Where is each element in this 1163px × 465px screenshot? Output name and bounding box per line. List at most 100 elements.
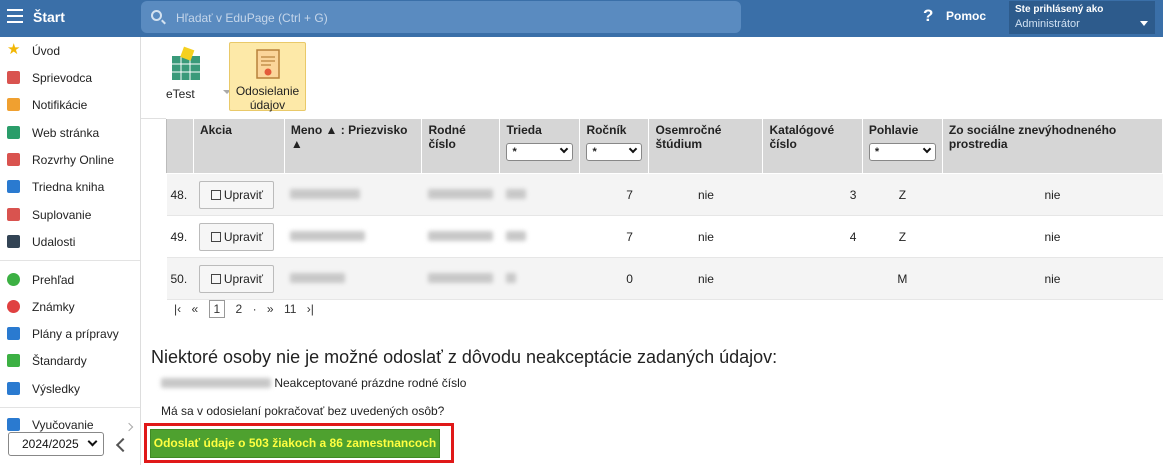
col-osemrocne: Osemročné štúdium <box>648 118 764 174</box>
edit-button[interactable]: Upraviť <box>199 264 275 293</box>
sidebar-item-udalosti[interactable]: Udalosti <box>0 229 140 255</box>
sidebar-divider <box>0 260 140 261</box>
data-sending-label-2: údajov <box>249 98 286 112</box>
pohlavie-filter-select[interactable]: * <box>868 143 936 161</box>
sidebar-item-label: Úvod <box>32 44 61 58</box>
layers-icon <box>7 418 20 431</box>
sidebar-item-label: Známky <box>32 300 75 314</box>
sidebar-item-label: Prehľad <box>32 273 75 287</box>
check-circle-icon <box>7 273 20 286</box>
blurred-name <box>290 230 366 241</box>
search-input[interactable]: Hľadať v EduPage (Ctrl + G) <box>141 1 741 33</box>
sidebar-item-label: Plány a prípravy <box>32 327 119 341</box>
etest-button[interactable]: eTest <box>161 42 231 111</box>
row-number: 50. <box>166 257 194 300</box>
edit-button[interactable]: Upraviť <box>199 222 275 251</box>
sidebar-item-label: Výsledky <box>32 382 81 396</box>
x-circle-icon <box>7 300 20 313</box>
pager-first[interactable]: |‹ <box>174 302 181 316</box>
help-link[interactable]: Pomoc <box>946 9 986 23</box>
chevron-down-icon <box>560 144 569 154</box>
pager-prev[interactable]: « <box>191 302 198 316</box>
rocnik-filter-select[interactable]: * <box>586 143 643 161</box>
sidebar-divider <box>0 407 140 408</box>
akcia-cell: Upraviť <box>193 215 285 258</box>
sidebar-item-triedna-kniha[interactable]: Triedna kniha <box>0 174 140 200</box>
disadvantaged-cell: nie <box>942 215 1163 258</box>
disadvantaged-cell: nie <box>942 257 1163 300</box>
edit-icon <box>210 231 221 242</box>
birth-number-cell <box>421 257 500 300</box>
sidebar-item-label: Notifikácie <box>32 98 88 112</box>
edit-icon <box>210 273 221 284</box>
grade-cell: 7 <box>579 173 649 216</box>
col-meno-priezvisko[interactable]: Meno ▲ : Priezvisko ▲ <box>283 118 423 174</box>
blurred-birth-number <box>427 188 493 199</box>
user-menu[interactable]: Ste prihlásený ako Administrátor <box>1009 1 1155 34</box>
hamburger-menu-icon[interactable] <box>7 9 23 23</box>
data-sending-button[interactable]: Odosielanie údajov <box>229 42 306 112</box>
pager-next[interactable]: » <box>267 302 274 316</box>
pager-current[interactable]: 1 <box>208 300 226 318</box>
calendar-grid-icon <box>7 153 20 166</box>
name-cell <box>284 257 422 300</box>
eight-year-cell: nie <box>648 173 763 216</box>
calendar-icon <box>7 235 20 248</box>
pager-last[interactable]: 11 ›| <box>284 302 321 316</box>
eight-year-cell: nie <box>648 215 763 258</box>
gender-cell: Z <box>862 215 943 258</box>
sidebar-item-známky[interactable]: Známky <box>0 294 140 320</box>
sidebar-item-label: Sprievodca <box>32 71 93 85</box>
collapse-sidebar-icon[interactable] <box>115 437 131 453</box>
sidebar-item-plány-a-prípravy[interactable]: Plány a prípravy <box>0 321 140 347</box>
data-sending-label-1: Odosielanie <box>235 84 300 98</box>
students-table: Akcia Meno ▲ : Priezvisko ▲ Rodné číslo T… <box>166 118 1163 300</box>
chevron-down-icon <box>922 144 932 154</box>
sidebar-item-suplovanie[interactable]: Suplovanie <box>0 202 140 228</box>
birth-number-cell <box>421 215 500 258</box>
akcia-cell: Upraviť <box>193 257 285 300</box>
school-year-value: 2024/2025 <box>22 437 79 451</box>
chevron-down-icon <box>629 144 638 154</box>
sidebar-item-výsledky[interactable]: Výsledky <box>0 376 140 402</box>
class-cell <box>499 215 580 258</box>
catalog-number-cell: 3 <box>762 173 863 216</box>
table-header-row: Akcia Meno ▲ : Priezvisko ▲ Rodné číslo T… <box>166 118 1163 174</box>
sidebar-item-úvod[interactable]: ★ Úvod <box>0 38 140 64</box>
gender-cell: M <box>862 257 943 300</box>
sidebar-item-notifikácie[interactable]: Notifikácie <box>0 92 140 118</box>
sidebar-item-label: Rozvrhy Online <box>32 153 115 167</box>
sidebar-item-web-stránka[interactable]: Web stránka <box>0 120 140 146</box>
edit-button[interactable]: Upraviť <box>199 180 275 209</box>
blurred-class <box>505 230 526 241</box>
table-row: 49. Upraviť 7 nie 4 Znie <box>166 215 1163 258</box>
blurred-class <box>505 272 516 283</box>
send-data-button[interactable]: Odoslať údaje o 503 žiakoch a 86 zamestn… <box>150 429 440 458</box>
pager-page-2[interactable]: 2 <box>236 302 243 316</box>
pagination: |‹ « 1 2 · » 11 ›| <box>174 300 321 318</box>
name-cell <box>284 215 422 258</box>
sort-asc-icon[interactable]: ▲ <box>291 137 303 151</box>
start-link[interactable]: Štart <box>33 9 65 25</box>
school-year-select[interactable]: 2024/2025 <box>8 432 104 456</box>
bar-chart-icon <box>7 382 20 395</box>
etest-label: eTest <box>166 87 195 101</box>
sidebar-item-sprievodca[interactable]: Sprievodca <box>0 65 140 91</box>
envelope-icon <box>7 98 20 111</box>
col-katalogove: Katalógové číslo <box>762 118 863 174</box>
sort-asc-icon[interactable]: ▲ <box>326 123 338 137</box>
trieda-filter-select[interactable]: * <box>506 143 574 161</box>
sidebar-item-label: Vyučovanie <box>32 418 94 432</box>
sidebar-item-rozvrhy-online[interactable]: Rozvrhy Online <box>0 147 140 173</box>
sidebar-item-štandardy[interactable]: Štandardy <box>0 348 140 374</box>
certificate-icon <box>255 49 280 79</box>
sidebar-item-label: Web stránka <box>32 126 100 140</box>
sidebar-item-prehľad[interactable]: Prehľad <box>0 267 140 293</box>
col-rodne-cislo: Rodné číslo <box>421 118 501 174</box>
akcia-cell: Upraviť <box>193 173 285 216</box>
shield-check-icon <box>7 354 20 367</box>
help-icon[interactable]: ? <box>923 6 933 26</box>
eight-year-cell: nie <box>648 257 763 300</box>
disadvantaged-cell: nie <box>942 173 1163 216</box>
name-cell <box>284 173 422 216</box>
